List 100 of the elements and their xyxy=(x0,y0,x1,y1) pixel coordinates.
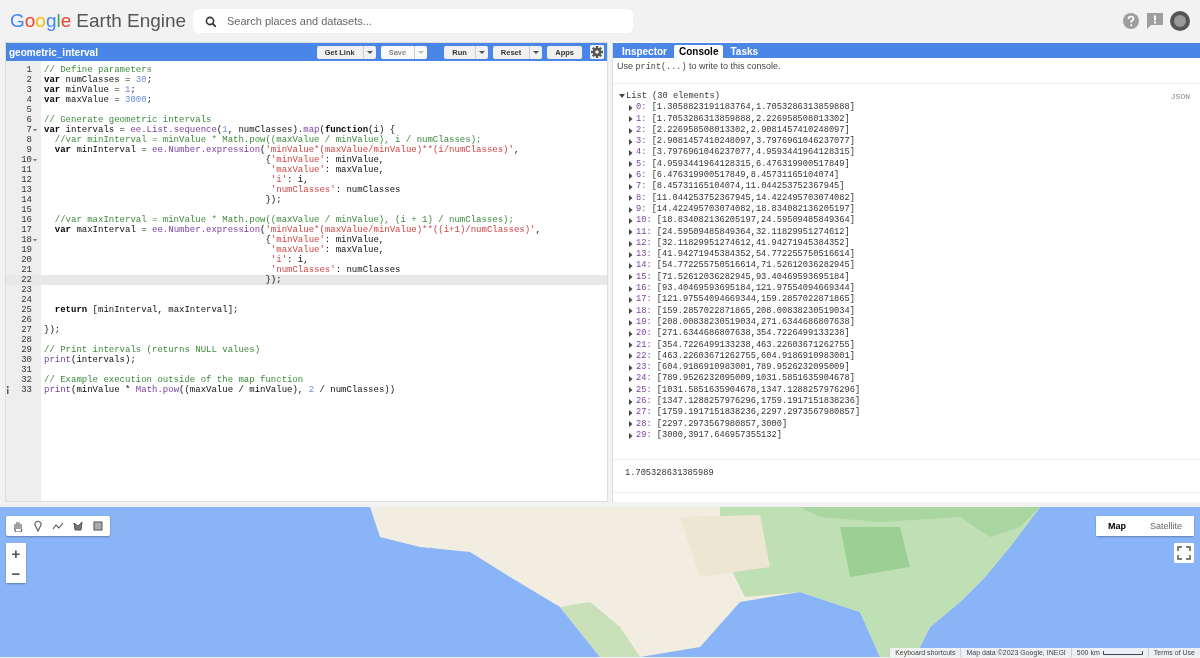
line-number: 17 xyxy=(20,225,32,235)
collapsed-arrow-icon[interactable] xyxy=(629,297,633,303)
list-item[interactable]: 11: [24.59509485849364,32.11829951274612] xyxy=(636,226,850,238)
collapsed-arrow-icon[interactable] xyxy=(629,138,633,145)
line-number: 20 xyxy=(20,255,32,265)
list-item[interactable]: 14: [54.772255750516614,71.52612036282945] xyxy=(636,260,855,272)
avatar-icon[interactable] xyxy=(1170,11,1190,31)
line-number: 30 xyxy=(20,355,32,365)
collapsed-arrow-icon[interactable] xyxy=(629,387,633,394)
list-item[interactable]: 12: [32.11829951274612,41.94271945384352] xyxy=(636,237,850,250)
map-type-button[interactable]: Map xyxy=(1095,516,1138,536)
list-item[interactable]: 17: [121.97554094669344,159.2857022871865] xyxy=(636,294,855,306)
collapsed-arrow-icon[interactable] xyxy=(629,319,633,326)
list-item[interactable]: 27: [1759.1917151838236,2297.2973567980857] xyxy=(636,407,861,419)
list-item[interactable]: 15: [71.52612036282945,93.40469593695184] xyxy=(636,271,850,284)
code-line: 'maxValue': maxValue, xyxy=(269,165,385,175)
list-item[interactable]: 22: [463.22603671262755,604.9186910983001] xyxy=(636,350,855,363)
pin-icon[interactable] xyxy=(32,520,44,532)
settings-icon[interactable] xyxy=(590,45,604,59)
code-line: }); xyxy=(264,275,282,285)
collapsed-arrow-icon[interactable] xyxy=(629,172,633,179)
collapsed-arrow-icon[interactable] xyxy=(629,409,633,416)
list-item[interactable]: 25: [1031.5851635904678,1347.1288257976296] xyxy=(636,384,861,396)
line-number: 11 xyxy=(20,165,32,175)
collapsed-arrow-icon[interactable] xyxy=(629,330,633,337)
collapsed-arrow-icon[interactable] xyxy=(629,376,633,383)
list-item[interactable]: 8: [11.044253752367945,14.422495703074082] xyxy=(636,192,855,204)
line-number: 9 xyxy=(25,145,32,155)
collapsed-arrow-icon[interactable] xyxy=(629,229,633,236)
map-type-button[interactable]: Satellite xyxy=(1137,516,1194,536)
list-item[interactable]: 3: [2.9081457410248097,3.7976961046237077] xyxy=(636,136,855,148)
list-item[interactable]: 19: [208.00838230519034,271.6344686807638] xyxy=(636,316,855,329)
code-line: print(minValue * Math.pow((maxValue / minValue), 2 / numClasses)) xyxy=(43,385,396,395)
list-item[interactable]: 2: [2.226958508013302,2.9081457410248097] xyxy=(636,124,850,137)
collapsed-arrow-icon[interactable] xyxy=(629,184,633,190)
collapsed-arrow-icon[interactable] xyxy=(629,398,633,405)
collapsed-arrow-icon[interactable] xyxy=(629,274,633,281)
line-number: 28 xyxy=(20,335,32,345)
search-field[interactable]: Search places and datasets... xyxy=(193,9,633,33)
polygon-icon[interactable] xyxy=(72,520,84,532)
line-icon[interactable] xyxy=(52,520,64,532)
list-item[interactable]: 26: [1347.1288257976296,1759.1917151838236] xyxy=(636,396,861,408)
list-item[interactable]: 28: [2297.2973567980857,3000] xyxy=(636,418,788,430)
list-item[interactable]: 4: [3.7976961046237077,4.9593441964128315] xyxy=(636,147,855,159)
fold-arrow-icon[interactable] xyxy=(33,128,37,132)
list-item[interactable]: 0: [1.3058823191183764,1.7053286313859888] xyxy=(636,102,855,114)
list-item[interactable]: 16: [93.40469593695184,121.97554094669344] xyxy=(636,283,855,295)
collapsed-arrow-icon[interactable] xyxy=(629,206,633,213)
panel-tab[interactable]: Tasks xyxy=(725,45,764,58)
collapsed-arrow-icon[interactable] xyxy=(629,217,633,224)
json-link[interactable]: JSON xyxy=(1170,91,1196,103)
rectangle-icon[interactable] xyxy=(92,520,104,532)
zoom-in-button[interactable]: + xyxy=(6,543,26,563)
feedback-icon[interactable] xyxy=(1146,12,1164,30)
zoom-out-button[interactable]: − xyxy=(6,563,26,583)
collapsed-arrow-icon[interactable] xyxy=(629,104,633,111)
list-item[interactable]: 7: [8.45731165104074,11.044253752367945] xyxy=(636,181,845,193)
list-item[interactable]: 21: [354.7226499133238,463.22603671262755] xyxy=(636,339,855,351)
collapsed-arrow-icon[interactable] xyxy=(629,161,633,168)
collapsed-arrow-icon[interactable] xyxy=(629,263,633,270)
line-number: 18 xyxy=(20,235,32,245)
collapsed-arrow-icon[interactable] xyxy=(629,127,633,134)
line-number: 5 xyxy=(25,105,32,115)
list-header[interactable]: List (30 elements) xyxy=(626,91,720,103)
scale-bar-icon xyxy=(1102,650,1143,655)
help-icon[interactable] xyxy=(1122,12,1140,30)
collapsed-arrow-icon[interactable] xyxy=(629,285,633,292)
collapsed-arrow-icon[interactable] xyxy=(629,251,633,258)
list-item[interactable]: 1: [1.7053286313859888,2.226958508013302] xyxy=(636,113,850,125)
line-number: 26 xyxy=(20,315,32,325)
line-number: 29 xyxy=(20,345,32,355)
list-item[interactable]: 6: [6.476319900517849,8.45731165104074] xyxy=(636,170,840,182)
collapsed-arrow-icon[interactable] xyxy=(629,116,633,123)
fold-arrow-icon[interactable] xyxy=(33,238,37,242)
list-item[interactable]: 29: [3000,3917.646957355132] xyxy=(636,429,782,442)
collapsed-arrow-icon[interactable] xyxy=(629,432,633,439)
list-item[interactable]: 9: [14.422495703074082,18.834082136205197] xyxy=(636,203,855,216)
collapsed-arrow-icon[interactable] xyxy=(629,421,633,428)
collapsed-arrow-icon[interactable] xyxy=(629,150,633,157)
collapsed-arrow-icon[interactable] xyxy=(629,240,633,247)
hand-icon[interactable] xyxy=(12,520,24,532)
collapsed-arrow-icon[interactable] xyxy=(629,308,633,315)
list-item[interactable]: 24: [789.9526232095009,1031.5851635904678] xyxy=(636,373,855,385)
panel-tab[interactable]: Inspector xyxy=(617,45,672,58)
list-item[interactable]: 13: [41.94271945384352,54.772255750516614] xyxy=(636,249,855,261)
code-line: return [minInterval, maxInterval]; xyxy=(53,305,239,315)
fullscreen-icon[interactable] xyxy=(1174,543,1194,563)
expanded-arrow-icon[interactable] xyxy=(619,93,625,100)
collapsed-arrow-icon[interactable] xyxy=(629,364,633,371)
list-item[interactable]: 18: [159.2857022871865,208.00838230519034] xyxy=(636,305,855,317)
list-item[interactable]: 10: [18.834082136205197,24.59509485849364] xyxy=(636,215,855,227)
panel-tab[interactable]: Console xyxy=(674,45,724,58)
list-item[interactable]: 23: [604.9186910983001,789.9526232095009] xyxy=(636,362,850,374)
list-item[interactable]: 20: [271.6344686807638,354.7226499133238] xyxy=(636,328,850,340)
collapsed-arrow-icon[interactable] xyxy=(629,353,633,360)
collapsed-arrow-icon[interactable] xyxy=(629,195,633,202)
list-item[interactable]: 5: [4.9593441964128315,6.476319900517849] xyxy=(636,158,850,171)
collapsed-arrow-icon[interactable] xyxy=(629,342,633,349)
code-editor[interactable] xyxy=(6,61,607,501)
fold-arrow-icon[interactable] xyxy=(33,158,37,162)
